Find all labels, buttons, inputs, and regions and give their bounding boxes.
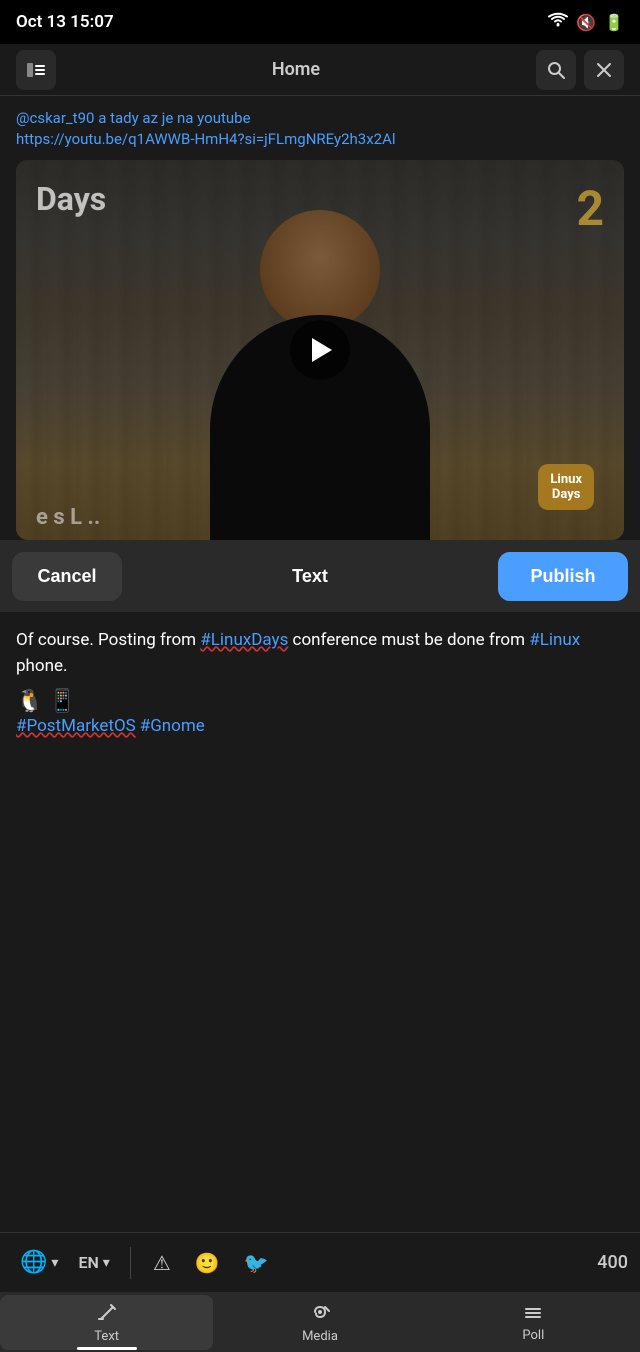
tab-text[interactable]: Text: [0, 1295, 213, 1350]
video-text-overlay: Days: [36, 180, 106, 218]
feed-text-1: a tady az je na youtube: [98, 109, 250, 127]
attach-icon: 🐦: [244, 1251, 269, 1275]
nav-actions: [536, 50, 624, 90]
mention-link[interactable]: @cskar_t90: [16, 109, 94, 127]
tab-media-label: Media: [302, 1329, 338, 1344]
post-text: Of course. Posting from #LinuxDays confe…: [16, 628, 624, 679]
hashtag-row: #PostMarketOS #Gnome: [16, 716, 624, 736]
wifi-icon: [548, 12, 568, 32]
play-button[interactable]: [290, 320, 350, 380]
tab-poll[interactable]: Poll: [427, 1296, 640, 1349]
post-text-before: Of course. Posting from: [16, 630, 200, 650]
emoji-phone: 📱: [49, 689, 76, 714]
hashtag-linuxdays[interactable]: #LinuxDays: [200, 630, 288, 650]
globe-icon: 🌐: [20, 1250, 47, 1275]
language-button[interactable]: EN ▾: [70, 1247, 117, 1278]
emoji-button[interactable]: 🙂: [185, 1245, 230, 1281]
post-emojis: 🐧 📱: [16, 689, 624, 714]
post-text-middle: conference must be done from: [288, 630, 529, 650]
attach-button[interactable]: 🐦: [234, 1245, 279, 1281]
tab-text-indicator: [77, 1347, 137, 1350]
hashtag-gnome-text[interactable]: #Gnome: [140, 716, 205, 736]
tab-poll-label: Poll: [522, 1328, 544, 1343]
video-bottom-label: e s L ..: [36, 505, 100, 530]
emoji-penguin: 🐧: [16, 689, 43, 714]
action-bar: Cancel Text Publish: [0, 540, 640, 612]
page-title: Home: [272, 59, 320, 80]
emoji-icon: 🙂: [195, 1251, 220, 1275]
feed-link-text[interactable]: @cskar_t90 a tady az je na youtube https…: [16, 108, 624, 150]
language-label: EN: [78, 1253, 98, 1272]
tab-media-icon: [309, 1301, 331, 1329]
tab-text-icon: [96, 1301, 118, 1329]
text-button[interactable]: Text: [272, 552, 348, 601]
post-content-area: Of course. Posting from #LinuxDays confe…: [0, 612, 640, 932]
hashtag-postmarketos-text[interactable]: #PostMarketOS: [16, 716, 136, 736]
search-button[interactable]: [536, 50, 576, 90]
video-number-overlay: 2: [576, 180, 604, 237]
tab-bar: Text Media Poll: [0, 1292, 640, 1352]
status-time: Oct 13 15:07: [16, 12, 114, 32]
nav-bar: Home: [0, 44, 640, 96]
bottom-toolbar: 🌐 ▾ EN ▾ ⚠ 🙂 🐦 400: [0, 1232, 640, 1292]
tab-media[interactable]: Media: [213, 1295, 426, 1350]
battery-icon: 🔋: [604, 13, 624, 32]
sidebar-toggle-button[interactable]: [16, 50, 56, 90]
muted-icon: 🔇: [576, 13, 596, 32]
video-thumbnail[interactable]: Days 2 Linux Days e s L ..: [16, 160, 624, 540]
status-bar: Oct 13 15:07 🔇 🔋: [0, 0, 640, 44]
url-link[interactable]: https://youtu.be/q1AWWB-HmH4?si=jFLmgNRE…: [16, 130, 396, 148]
feed-area: @cskar_t90 a tady az je na youtube https…: [0, 96, 640, 540]
status-icons: 🔇 🔋: [548, 12, 624, 32]
post-text-after: phone.: [16, 656, 68, 676]
visibility-chevron: ▾: [51, 1255, 58, 1271]
warning-icon: ⚠: [153, 1251, 171, 1275]
toolbar-divider: [130, 1247, 131, 1279]
tab-poll-icon: [522, 1302, 544, 1328]
char-count: 400: [597, 1252, 628, 1273]
tab-text-label: Text: [94, 1329, 119, 1344]
publish-button[interactable]: Publish: [498, 552, 628, 601]
hashtag-linux[interactable]: #Linux: [529, 630, 580, 650]
close-button[interactable]: [584, 50, 624, 90]
play-triangle-icon: [312, 338, 332, 362]
toolbar-left: 🌐 ▾ EN ▾ ⚠ 🙂 🐦: [12, 1244, 279, 1281]
warning-button[interactable]: ⚠: [143, 1245, 181, 1281]
visibility-button[interactable]: 🌐 ▾: [12, 1244, 66, 1281]
cancel-button[interactable]: Cancel: [12, 552, 122, 601]
language-chevron: ▾: [103, 1255, 110, 1271]
